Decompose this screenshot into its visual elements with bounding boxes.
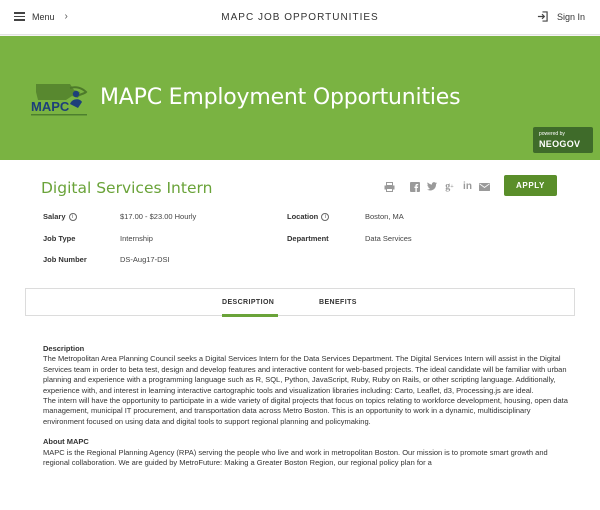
job-number-label: Job Number — [43, 255, 87, 264]
description-paragraph: The Metropolitan Area Planning Council s… — [43, 354, 567, 395]
google-plus-icon[interactable]: g + — [443, 181, 456, 192]
info-icon[interactable]: i — [321, 212, 330, 221]
powered-by-label: powered by — [539, 131, 565, 137]
job-type-label: Job Type — [43, 234, 76, 243]
neogov-label: NEOGOV — [539, 139, 581, 149]
share-actions: g + in — [384, 181, 496, 192]
job-type-value: Internship — [120, 234, 153, 243]
salary-label: Salary i — [43, 212, 77, 221]
location-label: Location i — [287, 212, 330, 221]
agency-banner: MAPC MAPC Employment Opportunities power… — [0, 36, 600, 160]
print-icon[interactable] — [384, 181, 395, 192]
linkedin-icon[interactable]: in — [462, 181, 473, 192]
department-value: Data Services — [365, 234, 412, 243]
tab-benefits[interactable]: BENEFITS — [319, 299, 357, 306]
department-label: Department — [287, 234, 329, 243]
sign-in-label: Sign In — [556, 11, 585, 22]
tab-description[interactable]: DESCRIPTION — [222, 299, 274, 306]
job-number-value: DS-Aug17-DSI — [120, 255, 170, 264]
mapc-logo: MAPC — [31, 84, 88, 116]
about-heading: About MAPC — [43, 437, 89, 447]
apply-button[interactable]: APPLY — [504, 175, 557, 196]
job-description: Description The Metropolitan Area Planni… — [43, 344, 568, 468]
banner-title: MAPC Employment Opportunities — [100, 85, 461, 110]
description-heading: Description — [43, 344, 85, 353]
sign-in-icon — [537, 11, 548, 22]
location-value: Boston, MA — [365, 212, 404, 221]
about-paragraph: MAPC is the Regional Planning Agency (RP… — [43, 447, 548, 468]
site-title: MAPC JOB OPPORTUNITIES — [221, 12, 379, 23]
twitter-icon[interactable] — [426, 181, 437, 192]
top-nav: Menu › MAPC JOB OPPORTUNITIES Sign In — [0, 0, 600, 35]
job-title: Digital Services Intern — [41, 179, 213, 197]
active-tab-indicator — [222, 314, 278, 317]
info-icon[interactable]: i — [68, 212, 77, 221]
salary-value: $17.00 - $23.00 Hourly — [120, 212, 197, 221]
job-card: Digital Services Intern g + in APPLY Sala… — [0, 160, 600, 510]
email-icon[interactable] — [479, 181, 490, 192]
facebook-icon[interactable] — [409, 181, 420, 192]
detail-tabs: DESCRIPTION BENEFITS — [25, 288, 575, 317]
sign-in-button[interactable]: Sign In — [537, 11, 585, 22]
description-paragraph: The intern will have the opportunity to … — [43, 396, 568, 426]
logo-text: MAPC — [31, 99, 70, 114]
neogov-badge[interactable]: powered by NEOGOV — [533, 127, 593, 153]
